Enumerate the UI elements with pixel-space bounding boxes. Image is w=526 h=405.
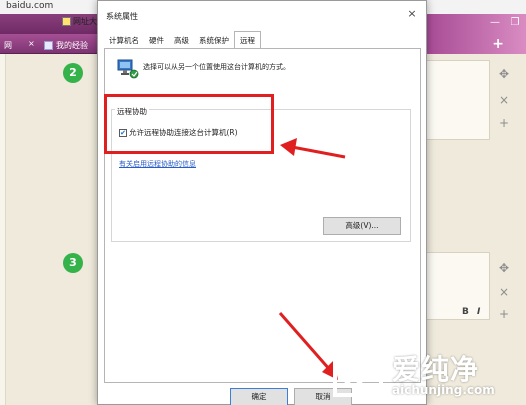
bookmark-icon — [62, 16, 71, 26]
watermark-brand: 爱纯净 — [392, 353, 480, 386]
tab-label: 网 — [4, 40, 12, 50]
add-icon[interactable]: + — [498, 117, 510, 129]
tab-advanced[interactable]: 高级 — [169, 33, 194, 48]
tab-close-icon[interactable]: × — [28, 39, 35, 48]
tab-system-protection[interactable]: 系统保护 — [194, 33, 234, 48]
tab-remote[interactable]: 远程 — [234, 31, 261, 48]
window-decoration: — ❐ — [426, 14, 526, 54]
watermark-url: aichunjing.com — [392, 383, 495, 397]
aichunjing-logo — [333, 349, 383, 397]
ok-button[interactable]: 确定 — [230, 388, 288, 405]
restore-icon[interactable]: ❐ — [506, 16, 524, 30]
tab-computer-name[interactable]: 计算机名 — [104, 33, 144, 48]
italic-button[interactable]: I — [477, 307, 480, 317]
browser-tab[interactable]: 我的经验 — [44, 37, 88, 53]
left-panel — [0, 54, 6, 405]
remote-intro-text: 选择可以从另一个位置使用这台计算机的方式。 — [143, 63, 290, 71]
advanced-button[interactable]: 高级(V)... — [323, 217, 401, 235]
browser-tab[interactable]: 网 — [4, 37, 12, 53]
page-icon — [44, 40, 53, 50]
tab-hardware[interactable]: 硬件 — [144, 33, 169, 48]
system-properties-dialog: 系统属性 × 计算机名 硬件 高级 系统保护 远程 选择可以从另一个位置使用这台… — [97, 0, 427, 405]
dialog-title: 系统属性 — [106, 12, 138, 21]
tab-bar: 计算机名 硬件 高级 系统保护 远程 — [104, 31, 261, 48]
delete-icon[interactable]: × — [498, 94, 510, 106]
step-number: 3 — [63, 253, 83, 273]
add-icon[interactable]: + — [498, 308, 510, 320]
move-icon[interactable]: ✥ — [498, 68, 510, 80]
minimize-icon[interactable]: — — [486, 16, 504, 30]
bold-button[interactable]: B — [462, 307, 469, 317]
new-tab-button[interactable]: + — [492, 37, 504, 51]
close-icon[interactable]: × — [405, 7, 419, 20]
delete-icon[interactable]: × — [498, 286, 510, 298]
move-icon[interactable]: ✥ — [498, 262, 510, 274]
tab-label: 我的经验 — [56, 40, 88, 50]
step-number: 2 — [63, 63, 83, 83]
remote-computer-icon — [117, 59, 139, 79]
url-text: baidu.com — [6, 1, 54, 11]
highlight-box — [104, 94, 274, 154]
remote-assistance-help-link[interactable]: 有关启用远程协助的信息 — [119, 159, 196, 169]
